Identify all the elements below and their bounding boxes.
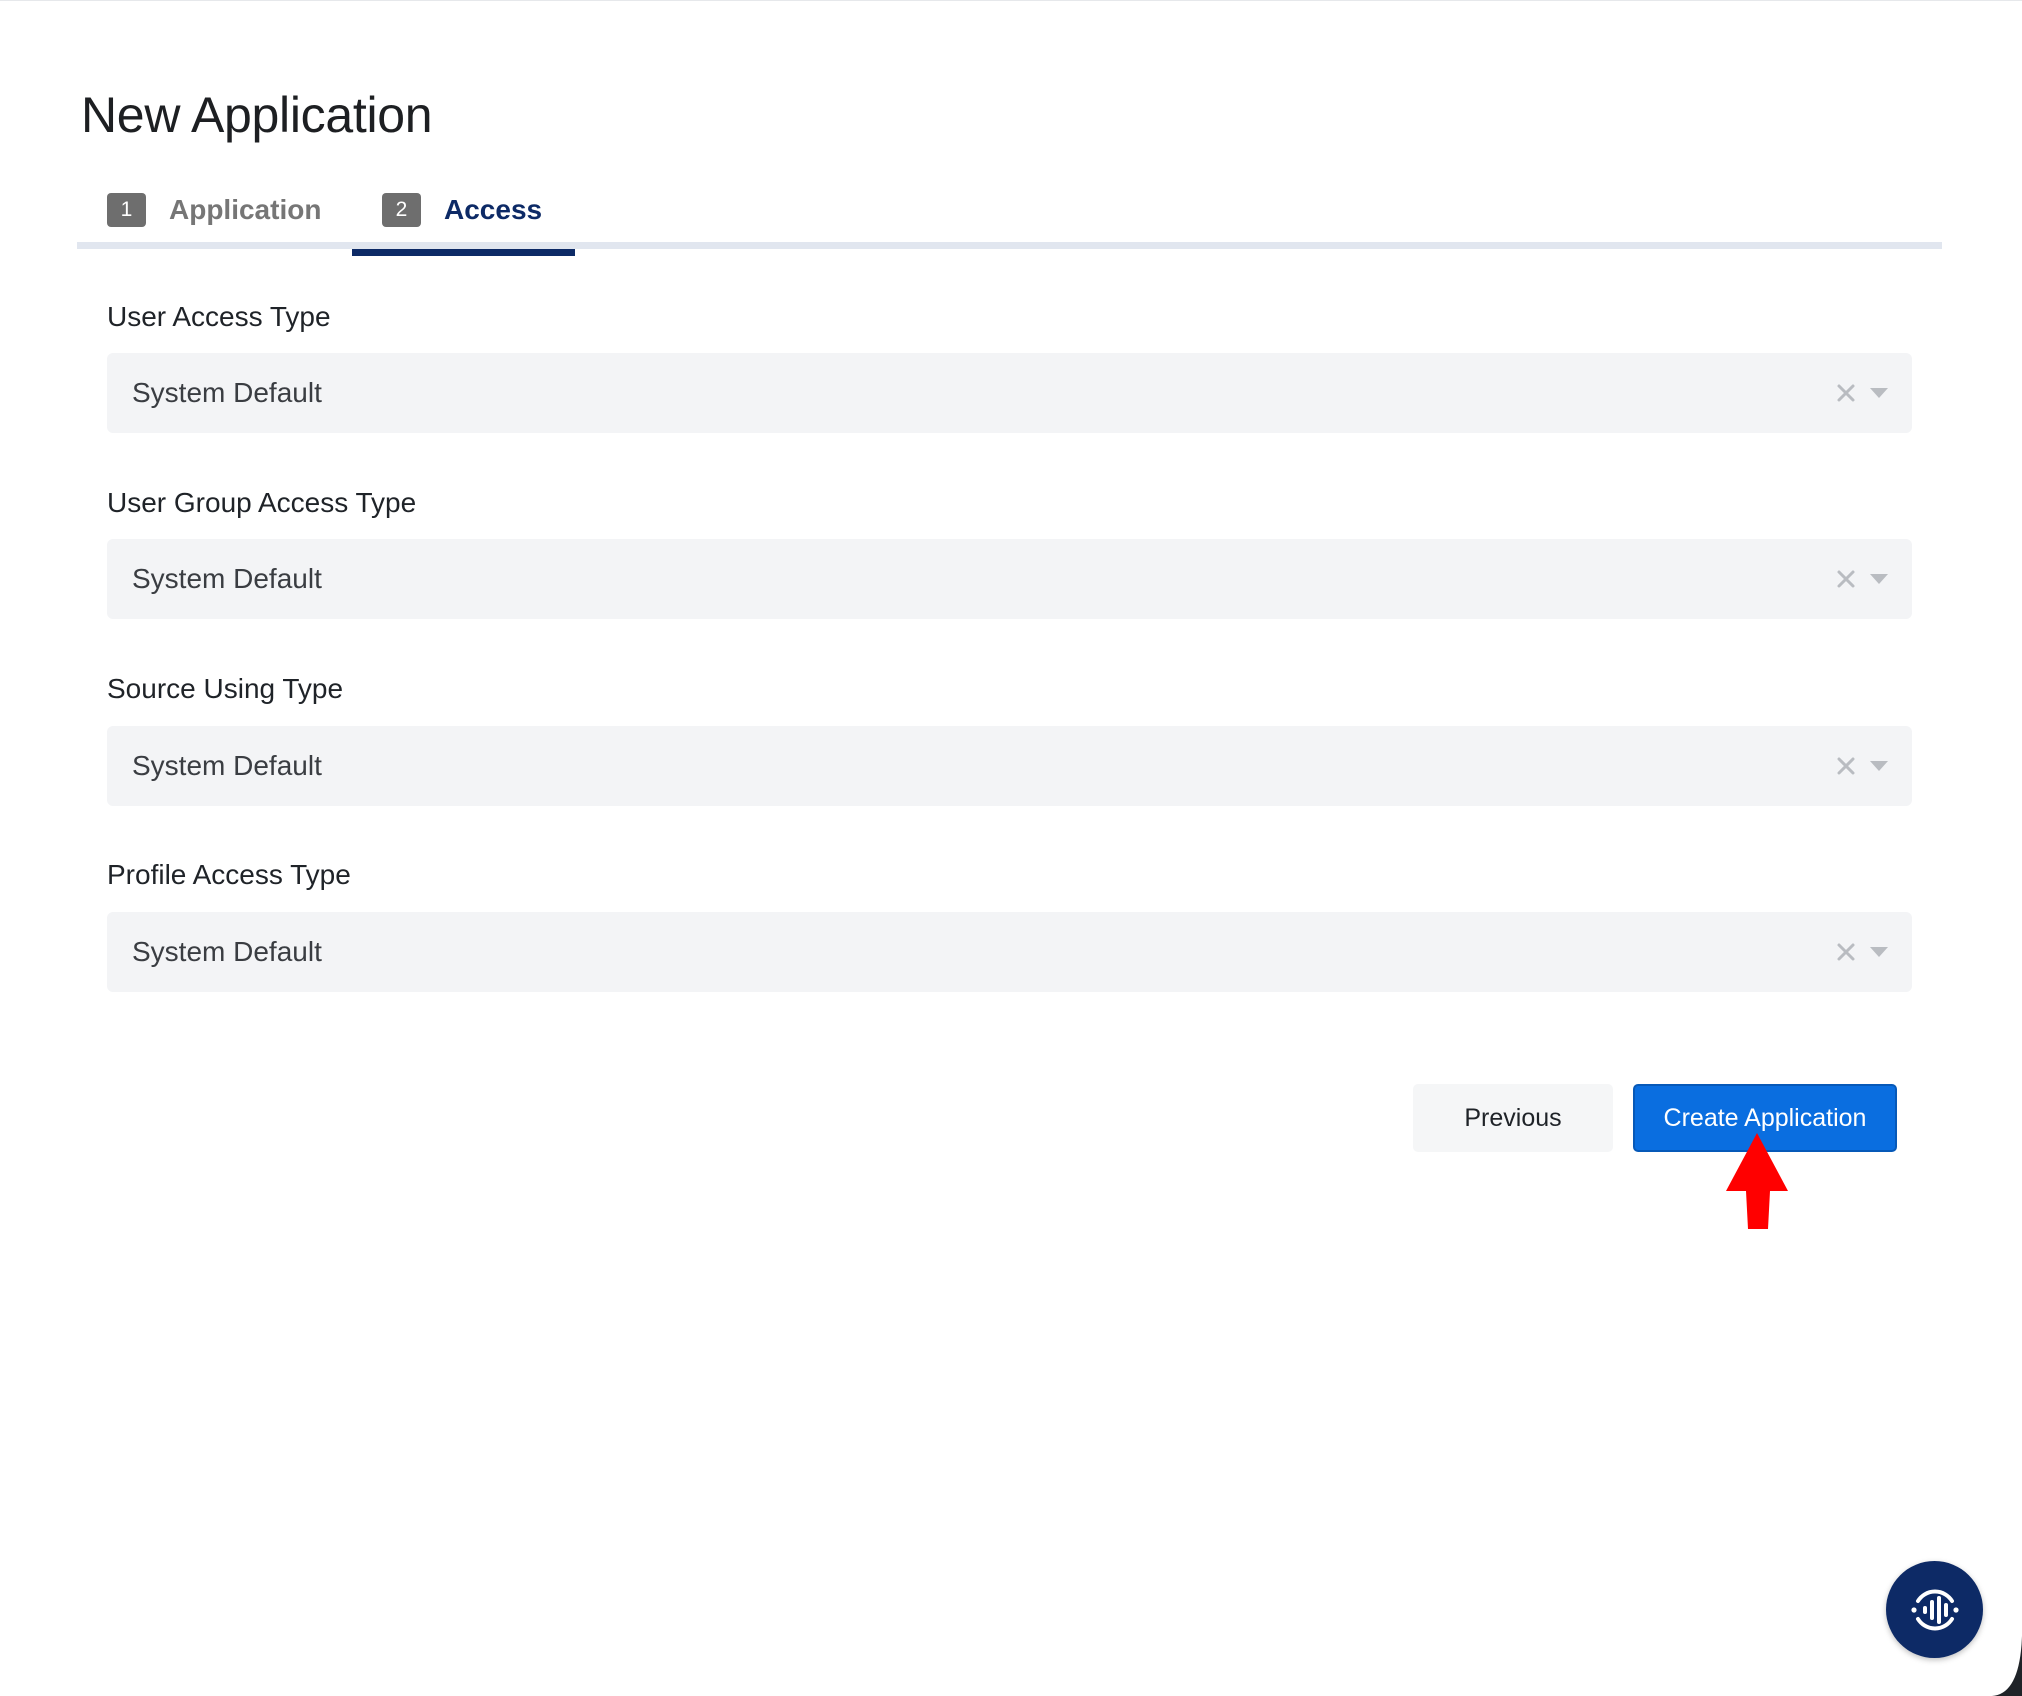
user-access-type-label: User Access Type bbox=[107, 301, 331, 332]
tab-application[interactable]: 1 Application bbox=[77, 171, 352, 249]
chevron-down-icon[interactable] bbox=[1869, 760, 1889, 772]
tab-step-number: 2 bbox=[382, 193, 421, 227]
tab-label: Application bbox=[169, 194, 322, 225]
window-corner-decoration bbox=[1992, 1636, 2022, 1696]
step-tabs: 1 Application 2 Access bbox=[77, 171, 1942, 256]
close-icon[interactable] bbox=[1835, 568, 1857, 590]
user-group-access-type-label: User Group Access Type bbox=[107, 487, 417, 518]
red-arrow-pointer-icon bbox=[1726, 1133, 1788, 1229]
voice-assistant-button[interactable] bbox=[1886, 1561, 1983, 1658]
profile-access-type-select[interactable]: System Default bbox=[107, 912, 1912, 992]
source-using-type-label: Source Using Type bbox=[107, 673, 344, 704]
source-using-type-select[interactable]: System Default bbox=[107, 726, 1912, 806]
tab-access[interactable]: 2 Access bbox=[352, 171, 575, 256]
select-value: System Default bbox=[132, 936, 322, 967]
user-access-type-select[interactable]: System Default bbox=[107, 353, 1912, 433]
page-title: New Application bbox=[81, 87, 433, 143]
chevron-down-icon[interactable] bbox=[1869, 387, 1889, 399]
tab-step-number: 1 bbox=[107, 193, 146, 227]
close-icon[interactable] bbox=[1835, 382, 1857, 404]
close-icon[interactable] bbox=[1835, 941, 1857, 963]
user-group-access-type-select[interactable]: System Default bbox=[107, 539, 1912, 619]
previous-button[interactable]: Previous bbox=[1413, 1084, 1613, 1152]
voice-assistant-icon bbox=[1910, 1589, 1959, 1630]
select-value: System Default bbox=[132, 377, 322, 408]
close-icon[interactable] bbox=[1835, 755, 1857, 777]
select-value: System Default bbox=[132, 563, 322, 594]
page: New Application 1 Application 2 Access U… bbox=[0, 0, 2022, 1696]
select-value: System Default bbox=[132, 750, 322, 781]
chevron-down-icon[interactable] bbox=[1869, 573, 1889, 585]
chevron-down-icon[interactable] bbox=[1869, 946, 1889, 958]
tab-label: Access bbox=[444, 194, 543, 225]
profile-access-type-label: Profile Access Type bbox=[107, 859, 351, 890]
